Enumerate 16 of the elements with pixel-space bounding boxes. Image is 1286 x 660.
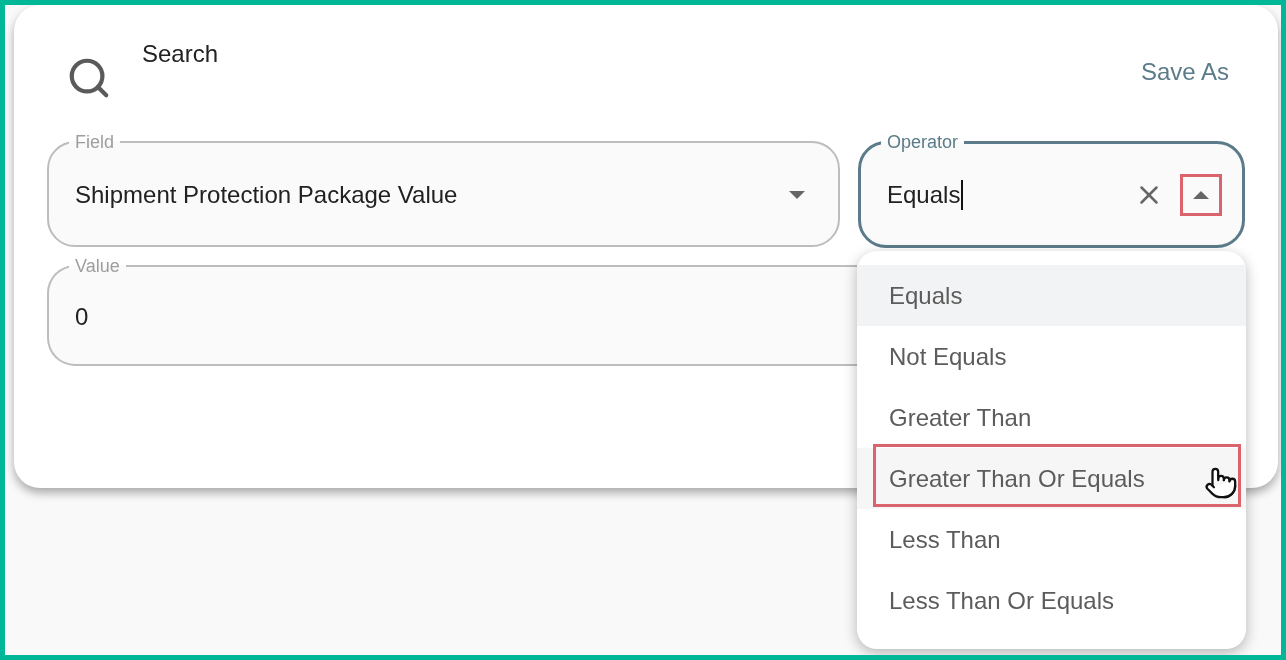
dropdown-option[interactable]: Not Equals — [857, 326, 1246, 387]
caret-down-icon[interactable] — [789, 191, 805, 199]
dialog-title: Search — [142, 40, 219, 68]
caret-up-icon[interactable] — [1193, 191, 1209, 199]
dropdown-option[interactable]: Greater Than — [857, 387, 1246, 448]
dropdown-option[interactable]: Less Than Or Equals — [857, 570, 1246, 631]
save-as-button[interactable]: Save As — [1140, 58, 1229, 86]
dropdown-option[interactable]: Equals — [857, 265, 1246, 326]
hand-cursor-icon — [1204, 466, 1238, 500]
dropdown-option[interactable]: Less Than — [857, 509, 1246, 570]
text-cursor-icon — [961, 180, 963, 210]
dropdown-option[interactable]: Greater Than Or Equals — [857, 448, 1246, 509]
field-label: Value — [74, 255, 121, 277]
field-label: Field — [74, 131, 115, 153]
dropdown-toggle-button[interactable] — [1180, 174, 1222, 216]
field-label: Operator — [886, 131, 960, 153]
